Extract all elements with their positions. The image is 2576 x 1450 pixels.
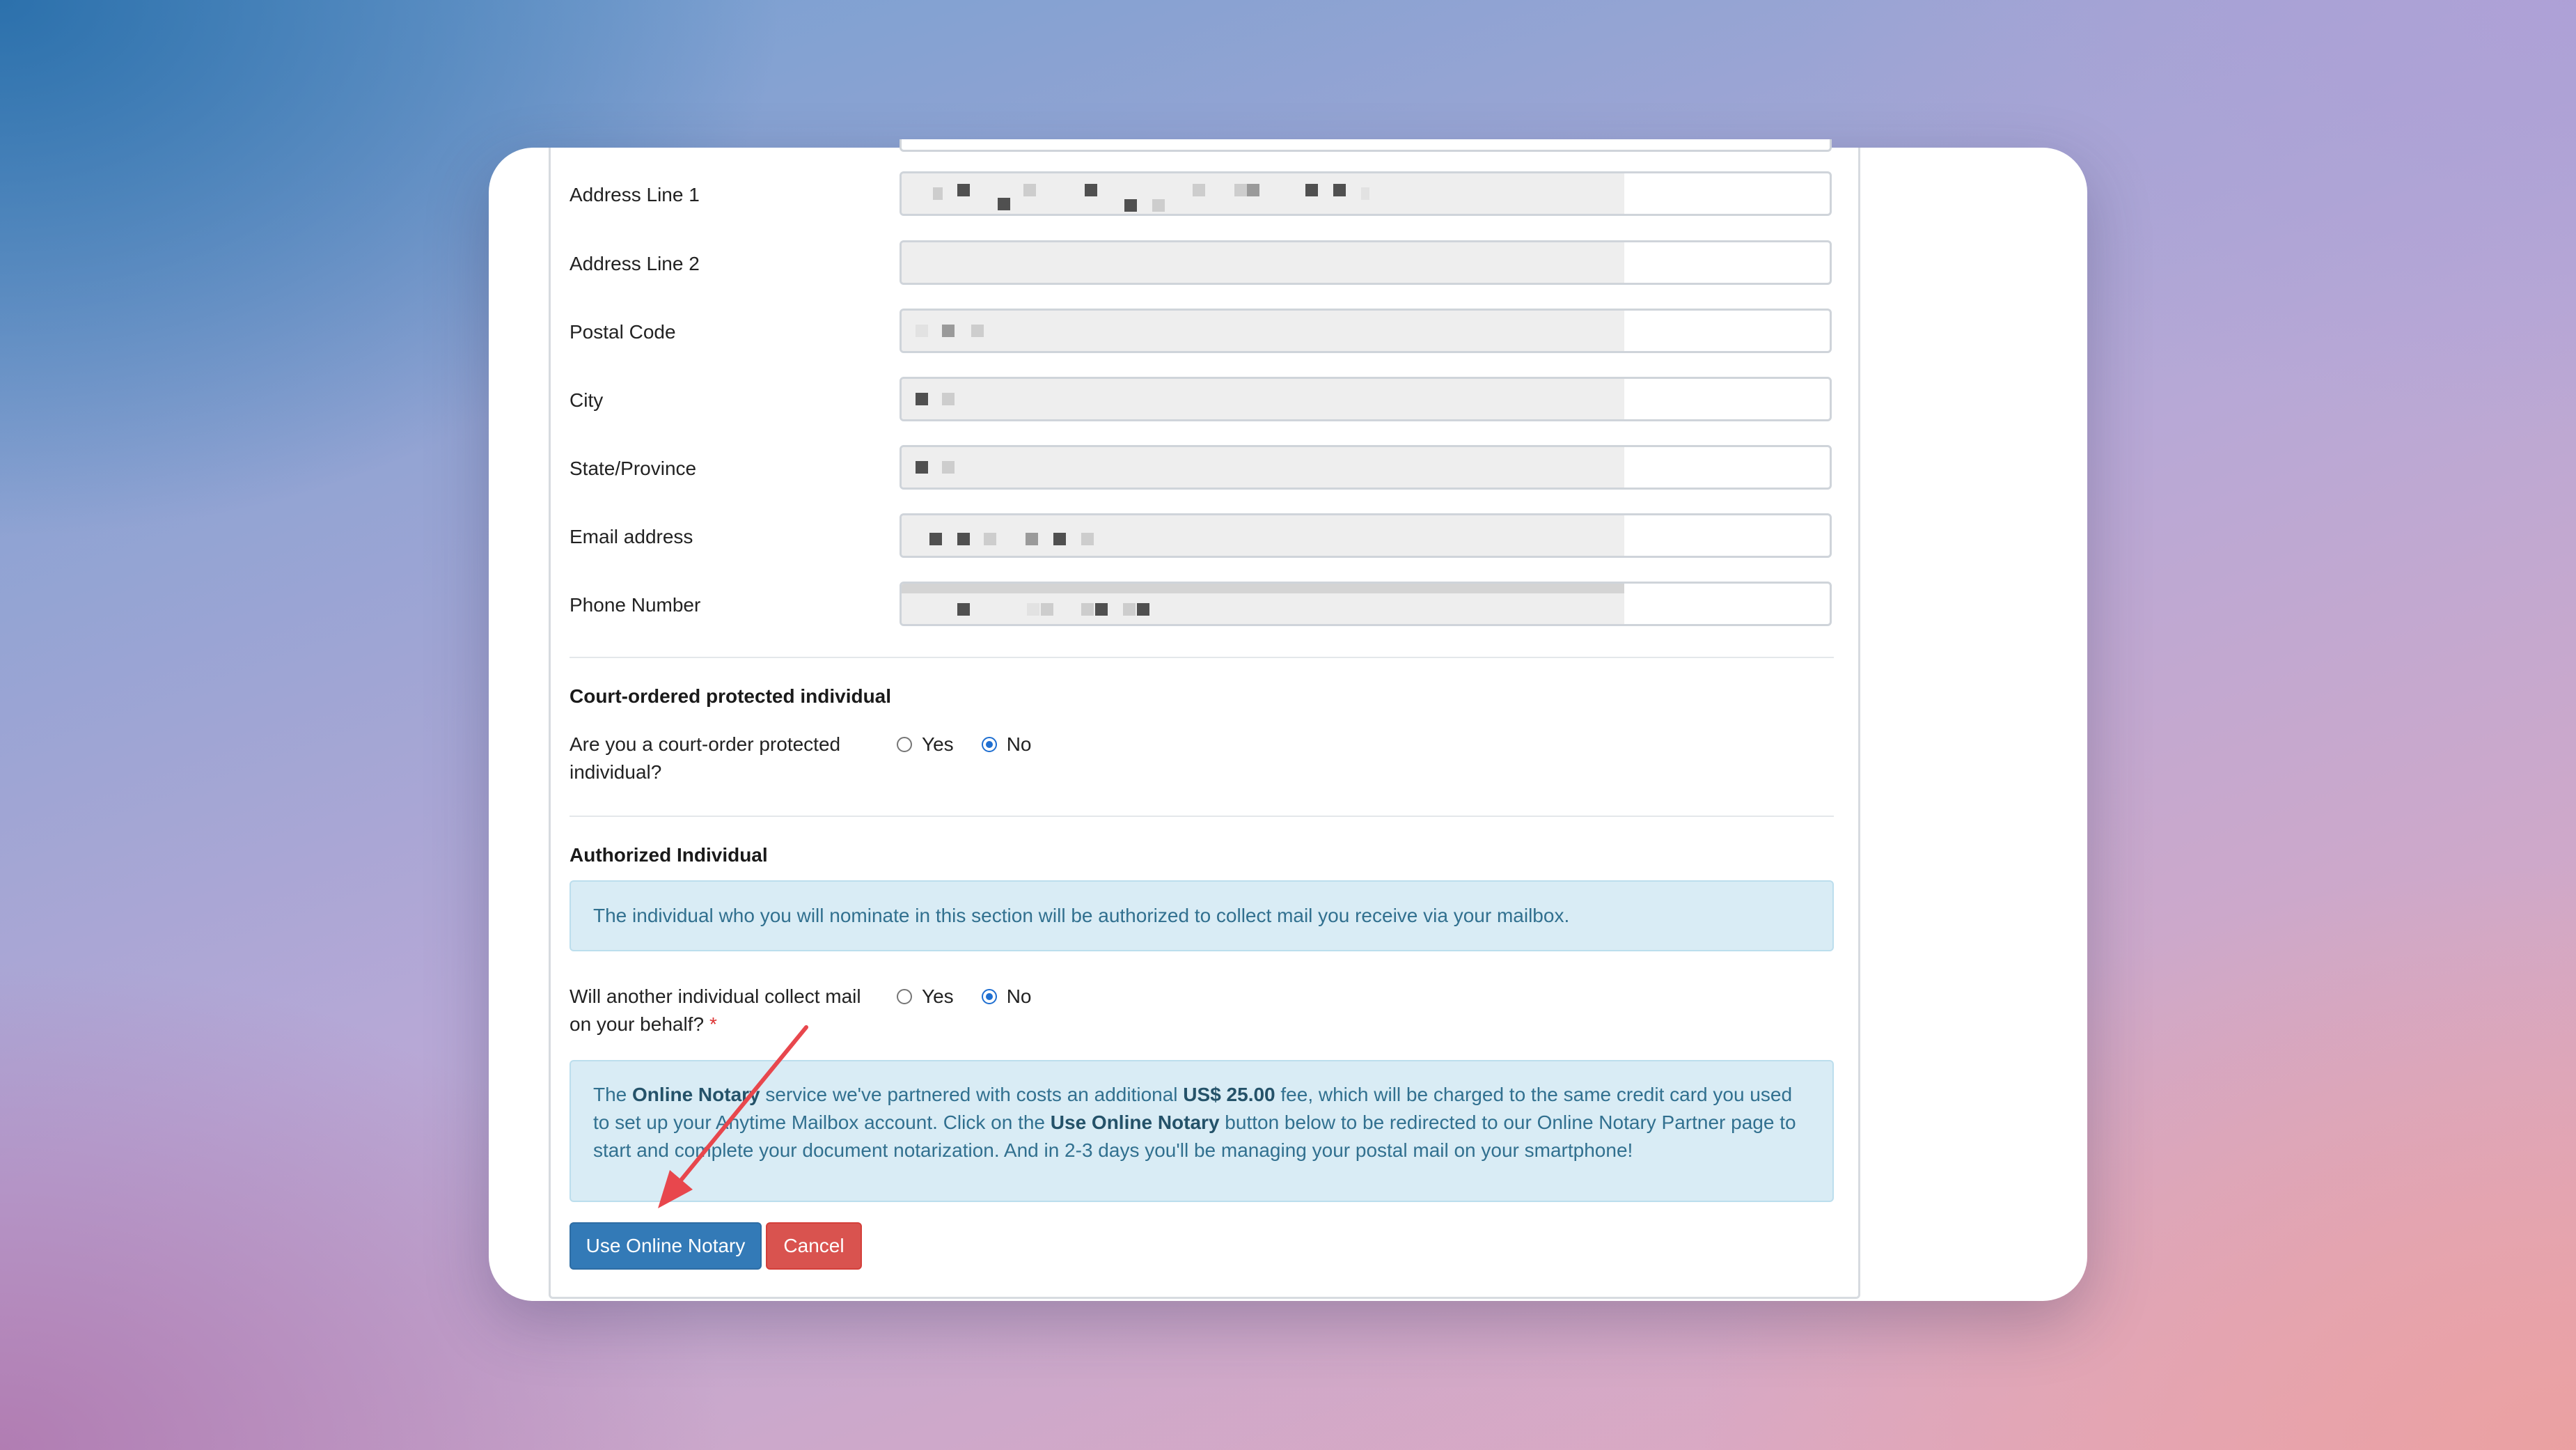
annotation-arrow-icon bbox=[658, 1025, 808, 1208]
